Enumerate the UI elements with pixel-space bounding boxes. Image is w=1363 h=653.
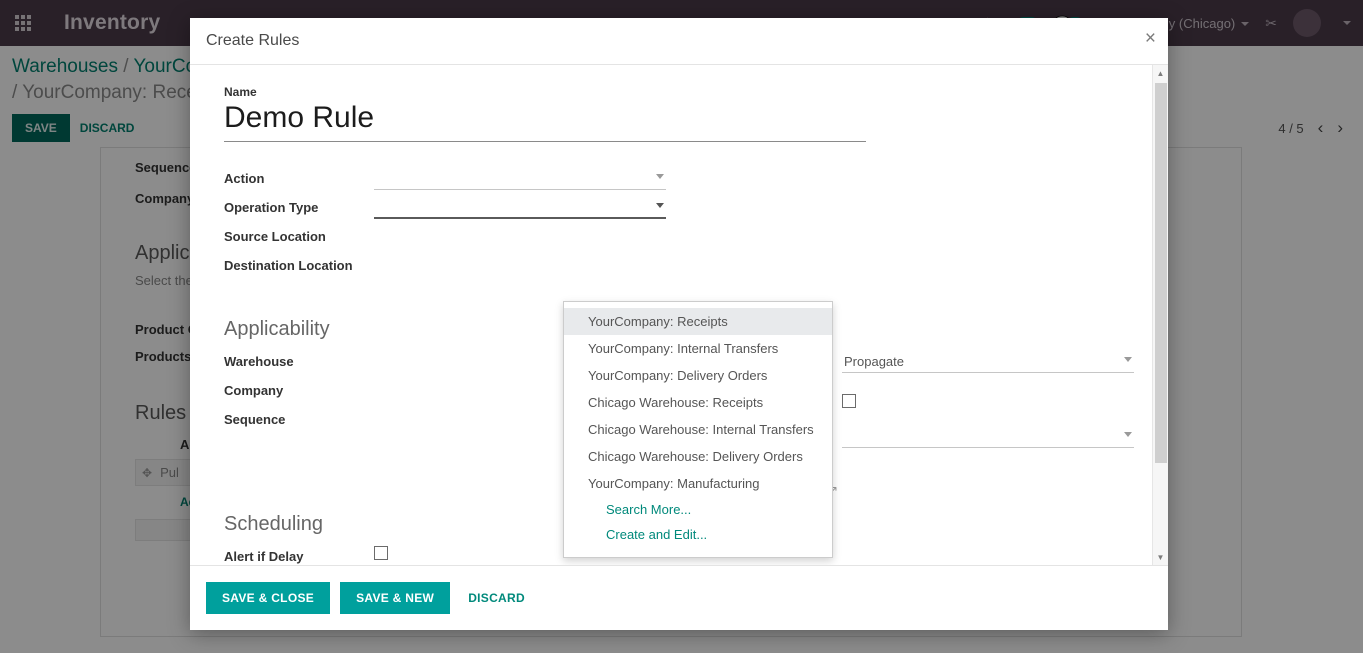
dropdown-option[interactable]: YourCompany: Receipts [564, 308, 832, 335]
name-input[interactable] [224, 99, 866, 142]
action-label: Action [224, 171, 265, 186]
dropdown-option[interactable]: Chicago Warehouse: Delivery Orders [564, 443, 832, 470]
action-chevron-down-icon[interactable] [656, 174, 664, 179]
operation-type-chevron-down-icon[interactable] [656, 203, 664, 208]
save-and-close-button[interactable]: SAVE & CLOSE [206, 582, 331, 614]
dropdown-search-more[interactable]: Search More... [564, 497, 832, 522]
close-icon[interactable]: × [1145, 29, 1156, 48]
dialog-title: Create Rules [206, 32, 300, 49]
dialog-scrollbar[interactable]: ▲ ▼ [1152, 65, 1168, 565]
dialog-footer: SAVE & CLOSE SAVE & NEW DISCARD [190, 566, 1168, 630]
screen: Inventory Overview Operations Master Dat… [0, 0, 1363, 653]
form-column-left: Action Operation Type Source Location De… [224, 168, 666, 284]
field-source-location: Source Location [224, 226, 666, 248]
form-columns-top: Action Operation Type Source Location De… [224, 168, 1134, 284]
sequence-label: Sequence [224, 412, 286, 427]
field-operation-type: Operation Type [224, 197, 666, 219]
dialog-header: Create Rules × [190, 18, 1168, 64]
propagation-procurement-group-select[interactable] [842, 351, 1134, 373]
destination-location-label: Destination Location [224, 258, 353, 273]
alert-if-delay-checkbox[interactable] [374, 546, 388, 560]
field-action: Action [224, 168, 666, 190]
warehouse-label: Warehouse [224, 354, 294, 369]
operation-type-dropdown: YourCompany: Receipts YourCompany: Inter… [563, 301, 833, 558]
cancel-next-move-checkbox[interactable] [842, 394, 856, 408]
scroll-down-icon[interactable]: ▼ [1153, 549, 1168, 565]
action-select[interactable] [374, 168, 666, 190]
dropdown-option[interactable]: Chicago Warehouse: Receipts [564, 389, 832, 416]
scroll-up-icon[interactable]: ▲ [1153, 65, 1168, 81]
destination-location-select[interactable] [374, 255, 666, 277]
dropdown-create-and-edit[interactable]: Create and Edit... [564, 522, 832, 547]
scrollbar-thumb[interactable] [1155, 83, 1167, 463]
dropdown-option[interactable]: YourCompany: Internal Transfers [564, 335, 832, 362]
dialog-discard-button[interactable]: DISCARD [460, 582, 533, 614]
warehouse-to-propagate-select[interactable] [842, 426, 1134, 448]
applicability-company-label: Company [224, 383, 284, 398]
field-destination-location: Destination Location [224, 255, 666, 277]
dialog-body: Name Action Operation Type [190, 64, 1168, 566]
dropdown-option[interactable]: Chicago Warehouse: Internal Transfers [564, 416, 832, 443]
operation-type-label: Operation Type [224, 200, 319, 215]
alert-if-delay-label: Alert if Delay [224, 549, 304, 564]
save-and-new-button[interactable]: SAVE & NEW [340, 582, 451, 614]
dropdown-option[interactable]: YourCompany: Delivery Orders [564, 362, 832, 389]
name-field-group: Name [224, 85, 1134, 142]
warehouse-to-propagate-chevron-down-icon[interactable] [1124, 432, 1132, 437]
name-label: Name [224, 85, 257, 99]
create-rules-dialog: Create Rules × Name Action [190, 18, 1168, 630]
dropdown-option[interactable]: YourCompany: Manufacturing [564, 470, 832, 497]
operation-type-select[interactable] [374, 197, 666, 219]
form-column-right-top [692, 168, 1134, 284]
source-location-label: Source Location [224, 229, 326, 244]
source-location-select[interactable] [374, 226, 666, 248]
propagation-procurement-group-chevron-down-icon[interactable] [1124, 357, 1132, 362]
